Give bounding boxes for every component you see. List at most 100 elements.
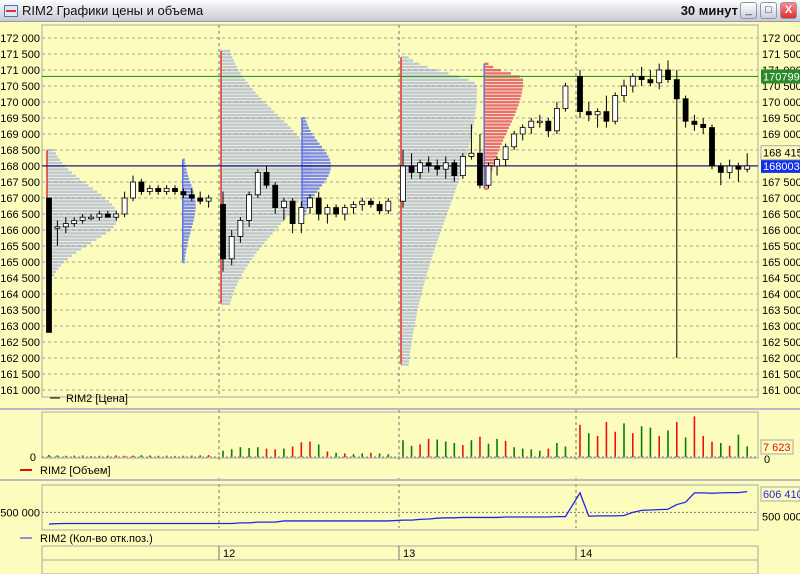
candle-body <box>417 162 424 173</box>
volume-profile-bar <box>221 113 278 117</box>
volume-profile-bar <box>221 97 262 101</box>
volume-profile-bar <box>221 126 291 129</box>
candle-body <box>726 165 733 173</box>
volume-profile-bar <box>182 209 196 213</box>
volume-profile-bar <box>484 142 502 145</box>
interval-selector[interactable]: 30 минут <box>681 3 738 18</box>
volume-profile-bar <box>484 123 511 126</box>
volume-profile-bar <box>221 152 310 155</box>
volume-profile-bar <box>221 190 305 193</box>
candle-body <box>554 108 560 132</box>
close-button[interactable]: X <box>780 2 797 19</box>
volume-profile-bar <box>401 62 420 65</box>
candle-body <box>220 203 226 260</box>
volume-profile-bar <box>401 238 438 241</box>
volume-last-label: 7 623 <box>763 442 791 454</box>
candle-body <box>280 200 287 208</box>
volume-profile-bar <box>182 241 188 245</box>
volume-profile-bar <box>401 305 419 309</box>
volume-profile-bar <box>221 104 268 107</box>
y-tick-left: 167 500 <box>0 177 40 189</box>
maximize-button[interactable]: □ <box>760 2 777 19</box>
candle-body <box>130 181 136 199</box>
y-tick-left: 162 500 <box>0 337 40 349</box>
candle-body <box>289 200 296 224</box>
volume-profile-bar <box>47 245 87 248</box>
y-tick-right: 166 500 <box>762 209 800 221</box>
volume-profile-bar <box>221 273 242 277</box>
volume-profile-bar <box>302 187 320 190</box>
y-tick-left: 169 500 <box>0 113 40 125</box>
volume-profile-bar <box>401 181 459 184</box>
candle-body <box>735 165 742 170</box>
y-tick-left: 171 000 <box>0 65 40 77</box>
volume-profile-bar <box>221 209 292 213</box>
y-tick-right: 163 500 <box>762 305 800 317</box>
candle-body <box>46 197 52 333</box>
volume-profile-bar <box>484 149 499 152</box>
candle-body <box>425 162 432 167</box>
volume-profile-bar <box>221 120 285 123</box>
volume-profile-bar <box>221 69 239 72</box>
volume-profile-bar <box>47 206 115 209</box>
candle-body <box>400 165 406 202</box>
volume-profile-bar <box>401 289 423 293</box>
volume-profile-bar <box>401 293 422 296</box>
volume-profile-bar <box>182 213 195 216</box>
volume-profile-bar <box>401 328 414 331</box>
volume-profile-bar <box>47 190 98 193</box>
volume-profile-bar <box>221 302 231 305</box>
volume-profile-bar <box>401 325 415 328</box>
volume-profile-bar <box>484 110 517 113</box>
volume-profile-bar <box>484 161 495 165</box>
volume-profile-bar <box>221 117 282 120</box>
candle-body <box>315 197 322 215</box>
y-tick-left: 163 500 <box>0 305 40 317</box>
candle-body <box>71 219 78 224</box>
candle-body <box>246 194 253 221</box>
volume-profile-bar <box>182 229 192 232</box>
volume-profile-bar <box>401 136 472 139</box>
candle-body <box>594 111 601 116</box>
volume-profile-bar <box>302 168 331 171</box>
y-tick-left: 168 500 <box>0 145 40 157</box>
candle-body <box>138 181 145 192</box>
volume-profile-bar <box>401 277 426 280</box>
volume-profile-bar <box>401 251 434 254</box>
candle-body <box>324 207 331 215</box>
volume-profile-bar <box>401 229 442 232</box>
oi-y-tick: 500 000 <box>0 507 40 519</box>
volume-profile-bar <box>401 69 438 72</box>
volume-profile-bar <box>401 152 468 155</box>
volume-profile-bar <box>401 129 473 133</box>
volume-profile-bar <box>401 267 429 270</box>
volume-profile-bar <box>302 126 309 129</box>
candle-body <box>511 133 518 148</box>
price-legend: RIM2 [Цена] <box>66 393 128 405</box>
volume-profile-bar <box>401 200 452 203</box>
volume-profile-bar <box>484 81 524 85</box>
volume-profile-bar <box>484 126 509 129</box>
candle-body <box>621 85 627 96</box>
volume-profile-bar <box>221 123 288 126</box>
chart-area[interactable]: 172 000172 000171 500171 500171 000171 0… <box>0 22 800 574</box>
volume-profile-bar <box>182 177 190 181</box>
volume-profile-bar <box>47 152 56 155</box>
volume-profile-bar <box>182 206 196 209</box>
volume-profile-bar <box>484 78 524 81</box>
volume-profile-bar <box>401 203 451 206</box>
volume-profile-bar <box>484 155 497 158</box>
volume-profile-bar <box>401 78 469 81</box>
candle-body <box>485 165 492 186</box>
volume-profile-bar <box>221 229 276 232</box>
volume-profile-bar <box>221 110 275 113</box>
y-tick-left: 165 000 <box>0 257 40 269</box>
volume-profile-bar <box>401 264 430 267</box>
volume-profile-bar <box>221 238 268 241</box>
minimize-button[interactable]: _ <box>740 2 757 19</box>
volume-profile-bar <box>401 337 413 341</box>
volume-profile-bar <box>401 101 477 104</box>
volume-profile-bar <box>221 235 270 238</box>
volume-profile-bar <box>221 289 235 293</box>
volume-profile-bar <box>221 222 281 225</box>
